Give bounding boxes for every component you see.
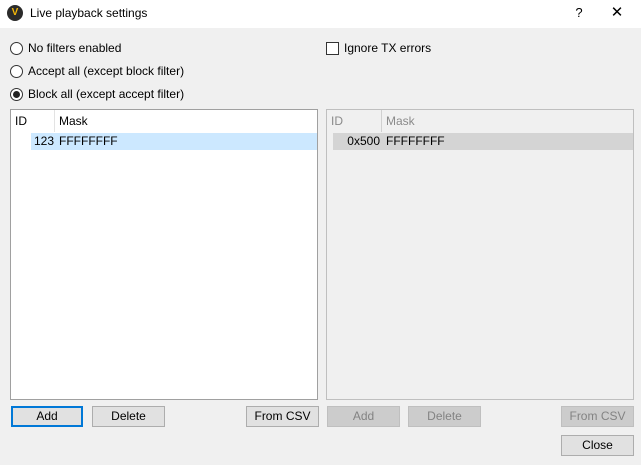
ignore-tx-errors-checkbox[interactable]: Ignore TX errors [326, 40, 431, 56]
radio-accept-all-circle[interactable] [10, 64, 23, 78]
radio-no-filters[interactable]: No filters enabled [10, 40, 121, 56]
radio-block-all[interactable]: Block all (except accept filter) [10, 86, 184, 102]
accept-delete-button[interactable]: Delete [92, 406, 165, 427]
row-id-cell: 123 [33, 134, 54, 148]
block-add-button: Add [327, 406, 400, 427]
row-mask-cell: FFFFFFFF [386, 134, 445, 148]
radio-accept-all[interactable]: Accept all (except block filter) [10, 63, 184, 79]
app-logo-icon: V [7, 5, 23, 21]
block-delete-button: Delete [408, 406, 481, 427]
title-bar: V Live playback settings ? ✕ [0, 0, 641, 28]
radio-no-filters-circle[interactable] [10, 41, 23, 55]
table-row[interactable]: 123 FFFFFFFF [31, 133, 317, 150]
close-button[interactable]: Close [561, 435, 634, 456]
table-row: 0x500 FFFFFFFF [333, 133, 633, 150]
block-from-csv-button: From CSV [561, 406, 634, 427]
accept-from-csv-button[interactable]: From CSV [246, 406, 319, 427]
row-mask-cell: FFFFFFFF [59, 134, 118, 148]
radio-no-filters-label: No filters enabled [28, 41, 122, 55]
block-column-mask-header: Mask [386, 114, 415, 128]
help-button[interactable]: ? [568, 2, 590, 24]
accept-filter-list[interactable]: ID Mask 123 FFFFFFFF [10, 109, 318, 400]
radio-block-all-circle[interactable] [10, 87, 23, 101]
accept-column-id-header[interactable]: ID [11, 110, 55, 132]
ignore-tx-errors-label: Ignore TX errors [344, 41, 432, 55]
accept-add-button[interactable]: Add [11, 406, 83, 427]
block-column-id-header: ID [327, 110, 382, 132]
ignore-tx-errors-box[interactable] [326, 41, 339, 55]
radio-accept-all-label: Accept all (except block filter) [28, 64, 185, 78]
row-id-cell: 0x500 [347, 134, 380, 148]
radio-block-all-label: Block all (except accept filter) [28, 87, 185, 101]
accept-column-mask-header[interactable]: Mask [55, 110, 317, 132]
close-window-button[interactable]: ✕ [606, 2, 628, 24]
window-title: Live playback settings [30, 6, 148, 20]
block-filter-list: ID Mask 0x500 FFFFFFFF [326, 109, 634, 400]
